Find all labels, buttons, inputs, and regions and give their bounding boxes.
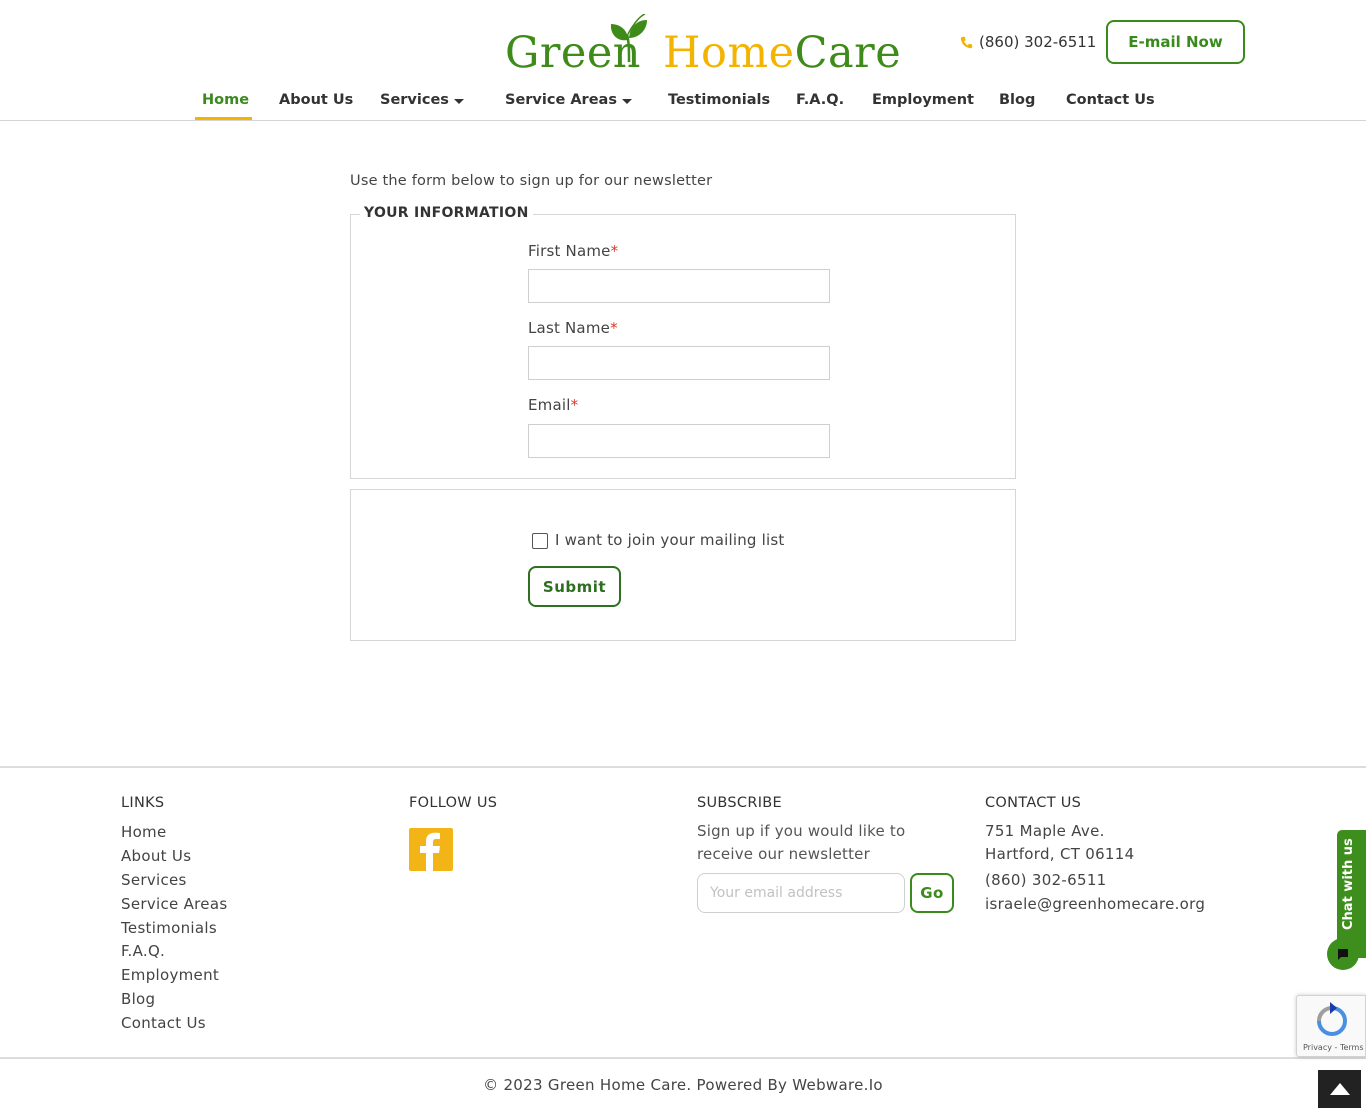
logo-word-care: Care (794, 28, 902, 78)
footer-link-faq[interactable]: F.A.Q. (121, 942, 165, 960)
arrow-up-icon (1329, 1083, 1350, 1095)
footer-bottom-divider (0, 1057, 1366, 1059)
header-phone-text: (860) 302-6511 (979, 33, 1097, 51)
copyright-text: © 2023 Green Home Care. Powered By Webwa… (483, 1076, 883, 1094)
contact-address-line2: Hartford, CT 06114 (985, 845, 1135, 863)
nav-item-employment[interactable]: Employment (872, 92, 974, 108)
contact-address-line1: 751 Maple Ave. (985, 822, 1105, 840)
mailing-list-checkbox[interactable] (532, 533, 548, 549)
email-label: Email* (528, 396, 578, 414)
label-text: Last Name (528, 319, 611, 337)
site-header: Green HomeCare (860) 302-6511 E-mail Now … (0, 0, 1366, 121)
fieldset-legend: YOUR INFORMATION (360, 205, 533, 221)
chat-bubble-icon[interactable] (1327, 938, 1359, 970)
mailing-list-label[interactable]: I want to join your mailing list (555, 531, 784, 549)
footer-link-employment[interactable]: Employment (121, 966, 219, 984)
contact-email[interactable]: israele@greenhomecare.org (985, 895, 1205, 913)
contact-phone[interactable]: (860) 302-6511 (985, 871, 1107, 889)
first-name-label: First Name* (528, 242, 618, 260)
nav-item-home[interactable]: Home (202, 92, 249, 108)
nav-item-services[interactable]: Services (380, 92, 464, 108)
footer-link-service-areas[interactable]: Service Areas (121, 895, 227, 913)
footer-links-heading: LINKS (121, 795, 165, 811)
nav-label: Testimonials (668, 92, 771, 108)
required-mark: * (570, 396, 579, 414)
facebook-icon[interactable] (409, 828, 453, 871)
speech-bubble-icon (1338, 949, 1348, 960)
nav-label: Service Areas (505, 92, 617, 108)
nav-item-blog[interactable]: Blog (999, 92, 1035, 108)
chat-label[interactable]: Chat with us (1341, 838, 1356, 930)
nav-label: Contact Us (1066, 92, 1155, 108)
footer-link-services[interactable]: Services (121, 871, 187, 889)
recaptcha-icon (1317, 1002, 1347, 1036)
nav-label: Employment (872, 92, 974, 108)
form-intro-text: Use the form below to sign up for our ne… (350, 173, 713, 189)
header-phone[interactable]: (860) 302-6511 (960, 33, 1096, 51)
footer-link-about-us[interactable]: About Us (121, 847, 191, 865)
nav-label: About Us (279, 92, 354, 108)
nav-item-contact-us[interactable]: Contact Us (1066, 92, 1155, 108)
nav-label: F.A.Q. (796, 92, 845, 108)
footer-divider (0, 766, 1366, 768)
caret-down-icon (453, 98, 464, 104)
facebook-glyph-icon (420, 832, 440, 871)
required-mark: * (610, 319, 618, 337)
footer-link-home[interactable]: Home (121, 823, 167, 841)
nav-label: Services (380, 92, 449, 108)
caret-down-icon (621, 98, 632, 104)
logo-word-green: Green (505, 28, 641, 78)
subscribe-email-input[interactable]: Your email address (697, 873, 905, 913)
subscribe-description: Sign up if you would like to receive our… (697, 822, 906, 863)
logo-word-home: Home (663, 28, 795, 78)
submit-button[interactable]: Submit (528, 566, 621, 607)
nav-active-underline (195, 117, 252, 120)
footer-follow-heading: FOLLOW US (409, 795, 498, 811)
phone-icon (960, 36, 973, 48)
nav-label: Blog (999, 92, 1036, 108)
footer-link-testimonials[interactable]: Testimonials (121, 919, 217, 937)
main-nav: Home About Us Services Service Areas Tes… (0, 88, 1366, 121)
last-name-label: Last Name* (528, 319, 618, 337)
nav-item-testimonials[interactable]: Testimonials (668, 92, 770, 108)
required-mark: * (610, 242, 619, 260)
subscribe-go-button[interactable]: Go (910, 873, 954, 913)
label-text: Email (528, 396, 571, 414)
back-to-top-button[interactable] (1318, 1070, 1361, 1108)
first-name-input[interactable] (528, 269, 830, 303)
site-logo[interactable]: Green HomeCare (505, 14, 901, 78)
email-input[interactable] (528, 424, 830, 458)
footer-contact-heading: CONTACT US (985, 795, 1082, 811)
nav-label: Home (202, 92, 250, 108)
label-text: First Name (528, 242, 611, 260)
footer-link-blog[interactable]: Blog (121, 990, 155, 1008)
nav-item-about-us[interactable]: About Us (279, 92, 353, 108)
footer-link-contact-us[interactable]: Contact Us (121, 1014, 206, 1032)
submit-section (350, 489, 1016, 641)
footer-subscribe-heading: SUBSCRIBE (697, 795, 782, 811)
email-now-button[interactable]: E-mail Now (1106, 20, 1245, 64)
nav-item-faq[interactable]: F.A.Q. (796, 92, 844, 108)
recaptcha-privacy-terms[interactable]: Privacy - Terms (1303, 1043, 1364, 1052)
last-name-input[interactable] (528, 346, 830, 380)
nav-item-service-areas[interactable]: Service Areas (505, 92, 632, 108)
